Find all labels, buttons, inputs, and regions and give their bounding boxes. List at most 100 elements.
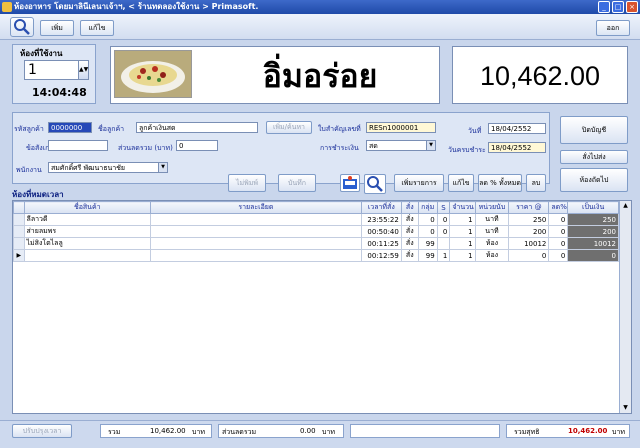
table-cell[interactable]: สั่ง	[400, 213, 419, 226]
table-row[interactable]: ส่ายลมพร 00:50:40 สั่ง 0 0 1 นาที 200 0 200	[13, 225, 619, 238]
empty-cell	[509, 394, 549, 405]
empty-cell	[509, 372, 549, 383]
table-cell[interactable]: 0	[548, 249, 569, 262]
date-input[interactable]: 18/04/2552	[488, 123, 546, 134]
customer-code-input[interactable]: 0000000	[48, 122, 92, 133]
save-button[interactable]: บันทึก	[278, 174, 316, 192]
chevron-down-icon[interactable]: ▼	[426, 141, 435, 150]
minimize-icon[interactable]: _	[598, 1, 610, 13]
search-item-button[interactable]	[364, 174, 386, 194]
exit-button[interactable]: ออก	[596, 20, 630, 36]
close-icon[interactable]: ×	[626, 1, 638, 13]
next-room-button[interactable]: ห้องถัดไป	[560, 168, 628, 192]
table-cell[interactable]: 10012	[508, 237, 550, 250]
empty-cell	[24, 383, 150, 394]
table-cell[interactable]: 0	[436, 225, 451, 238]
table-cell[interactable]: 10012	[567, 237, 619, 250]
column-header[interactable]: จำนวน	[449, 201, 476, 214]
table-cell[interactable]	[436, 237, 451, 250]
no-print-button[interactable]: ไม่พิมพ์	[228, 174, 266, 192]
table-cell[interactable]: 0	[567, 249, 619, 262]
table-cell[interactable]: 1	[436, 249, 451, 262]
table-cell[interactable]: 250	[567, 213, 619, 226]
table-cell[interactable]	[23, 249, 152, 262]
table-cell[interactable]: สั่ง	[400, 237, 419, 250]
scroll-up-icon[interactable]: ▲	[620, 201, 631, 211]
table-cell[interactable]: ลีลาวดี	[23, 213, 152, 226]
empty-cell	[568, 361, 619, 372]
due-date-input[interactable]: 18/04/2552	[488, 142, 546, 153]
table-cell[interactable]: 00:50:40	[360, 225, 402, 238]
empty-cell	[418, 328, 437, 339]
receipt-number-input[interactable]: RESn1000001	[366, 122, 436, 133]
close-bill-button[interactable]: ปิดบัญชี	[560, 116, 628, 144]
scroll-down-icon[interactable]: ▼	[620, 403, 631, 413]
update-time-button[interactable]: ปรับปรุงเวลา	[12, 424, 72, 438]
new-button[interactable]: เพิ่ม	[40, 20, 74, 36]
table-cell[interactable]	[150, 249, 362, 262]
discount-input[interactable]: 0	[176, 140, 218, 151]
table-cell[interactable]: 200	[567, 225, 619, 238]
table-cell[interactable]: 23:55:22	[360, 213, 402, 226]
table-row[interactable]: ลีลาวดี 23:55:22 สั่ง 0 0 1 นาที 250 0 250	[13, 213, 619, 226]
table-cell[interactable]: 0	[548, 213, 569, 226]
customer-name-input[interactable]: ลูกค้าเงินสด	[136, 122, 258, 133]
table-cell[interactable]	[150, 213, 362, 226]
order-button[interactable]	[340, 174, 360, 192]
chevron-down-icon[interactable]: ▼	[158, 163, 167, 172]
staff-select[interactable]: สมศักดิ์ศรี พัฒนาธนาชัย	[48, 162, 168, 173]
table-cell[interactable]: 200	[508, 225, 550, 238]
table-cell[interactable]: 1	[449, 225, 476, 238]
column-header[interactable]: S	[436, 201, 451, 214]
table-cell[interactable]: 1	[449, 237, 476, 250]
column-header[interactable]: ลด%	[548, 201, 569, 214]
table-cell[interactable]: 00:12:59	[360, 249, 402, 262]
search-button[interactable]	[10, 17, 34, 37]
discount-all-button[interactable]: ลด % ทั้งหมด	[478, 174, 522, 192]
column-header[interactable]: ราคา @	[508, 201, 550, 214]
table-cell[interactable]: 0	[548, 237, 569, 250]
table-cell[interactable]: 1	[449, 213, 476, 226]
column-header[interactable]: เวลาที่สั่ง	[360, 201, 402, 214]
column-header[interactable]: หน่วยนับ	[474, 201, 510, 214]
table-cell[interactable]: 00:11:25	[360, 237, 402, 250]
table-cell[interactable]: 0	[417, 225, 438, 238]
table-cell[interactable]: นาที	[474, 225, 510, 238]
table-cell[interactable]: สั่ง	[400, 225, 419, 238]
table-cell[interactable]: 0	[417, 213, 438, 226]
send-button[interactable]: สั่งไปส่ง	[560, 150, 628, 164]
discount-unit: บาท	[322, 428, 335, 436]
search-customer-button[interactable]: เพิ่ม/ค้นหา	[266, 121, 312, 134]
room-spinner[interactable]: ▲▼	[78, 61, 88, 79]
table-cell[interactable]: ส่ายลมพร	[23, 225, 152, 238]
remark-input[interactable]	[48, 140, 108, 151]
column-header[interactable]: สั่ง	[400, 201, 419, 214]
edit-button[interactable]: แก้ไข	[80, 20, 114, 36]
table-row[interactable]: ▶ 00:12:59 สั่ง 99 1 1 ห้อง 0 0 0	[13, 249, 619, 262]
table-cell[interactable]: 99	[417, 237, 438, 250]
table-cell[interactable]	[150, 237, 362, 250]
table-cell[interactable]: ห้อง	[474, 237, 510, 250]
table-cell[interactable]: 0	[508, 249, 550, 262]
table-cell[interactable]: ห้อง	[474, 249, 510, 262]
food-dish-icon	[115, 51, 191, 97]
table-cell[interactable]: 0	[436, 213, 451, 226]
fix-button[interactable]: แก้ไข	[448, 174, 474, 192]
table-cell[interactable]: 1	[449, 249, 476, 262]
table-cell[interactable]: 99	[417, 249, 438, 262]
column-header[interactable]: ชื่อสินค้า	[23, 201, 152, 214]
add-record-button[interactable]: เพิ่มรายการ	[394, 174, 444, 192]
delete-button[interactable]: ลบ	[526, 174, 546, 192]
table-row[interactable]: ไม่สิงโตไลลู 00:11:25 สั่ง 99 1 ห้อง 10012 0 100…	[13, 237, 619, 250]
table-cell[interactable]	[150, 225, 362, 238]
table-cell[interactable]: ไม่สิงโตไลลู	[23, 237, 152, 250]
maximize-icon[interactable]: □	[612, 1, 624, 13]
column-header[interactable]: เป็นเงิน	[567, 201, 619, 214]
table-cell[interactable]: สั่ง	[400, 249, 419, 262]
table-cell[interactable]: นาที	[474, 213, 510, 226]
column-header[interactable]: รายละเอียด	[150, 201, 362, 214]
table-cell[interactable]: 0	[548, 225, 569, 238]
grid-scrollbar[interactable]: ▲ ▼	[619, 201, 631, 413]
table-cell[interactable]: 250	[508, 213, 550, 226]
column-header[interactable]: กลุ่ม	[417, 201, 438, 214]
